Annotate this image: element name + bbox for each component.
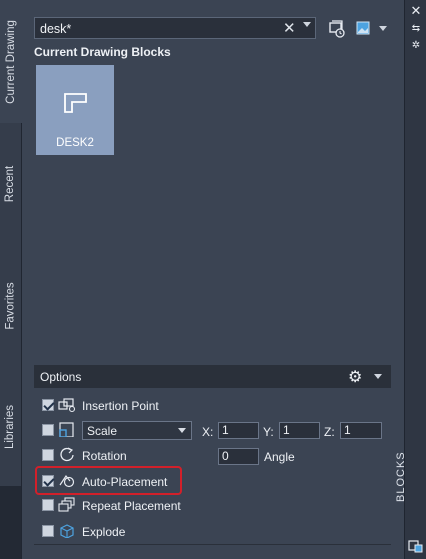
palette-title-text: BLOCKS <box>395 451 407 502</box>
thumbnail-view-icon[interactable] <box>356 21 370 35</box>
rotation-icon <box>60 447 74 462</box>
scale-dropdown[interactable]: Scale <box>82 421 192 440</box>
block-name: DESK2 <box>56 137 94 149</box>
repeat-placement-checkbox[interactable] <box>42 499 54 511</box>
gear-icon[interactable]: ⚙ <box>348 367 362 387</box>
scale-z-field[interactable]: 1 <box>340 422 382 439</box>
scale-y-field[interactable]: 1 <box>279 422 320 439</box>
filter-import-icon[interactable] <box>328 20 346 38</box>
scale-x-field[interactable]: 1 <box>218 422 259 439</box>
desk-block-icon <box>64 93 87 113</box>
search-input[interactable] <box>38 20 272 38</box>
auto-hide-icon[interactable]: ⇆ <box>409 22 423 36</box>
insertion-point-checkbox[interactable] <box>42 399 54 411</box>
insertion-point-icon <box>58 398 76 413</box>
scale-icon <box>59 422 74 437</box>
tab-label: Libraries <box>4 404 17 449</box>
tab-label: Recent <box>4 165 17 203</box>
blocks-palette-icon <box>408 540 423 553</box>
palette-title: BLOCKS <box>395 451 423 530</box>
tab-recent[interactable]: Recent <box>0 123 21 246</box>
clear-search-icon[interactable]: ✕ <box>283 19 296 37</box>
search-box: ✕ <box>34 17 316 39</box>
palette-title-bar: ✕ ⇆ ✲ BLOCKS <box>395 0 426 559</box>
repeat-placement-icon <box>58 497 75 512</box>
scale-x-label: X: <box>202 425 214 439</box>
drawing-background-strip <box>0 486 21 559</box>
tab-label: Favorites <box>4 282 17 330</box>
tab-current-drawing[interactable]: Current Drawing <box>0 0 22 124</box>
tab-libraries[interactable]: Libraries <box>0 367 21 487</box>
rotation-label[interactable]: Rotation <box>82 449 127 463</box>
properties-icon[interactable]: ✲ <box>409 39 423 53</box>
search-history-dropdown-icon[interactable] <box>303 22 311 27</box>
chevron-down-icon <box>178 428 186 433</box>
explode-icon <box>60 524 74 538</box>
auto-placement-highlight <box>35 466 182 495</box>
scale-y-label: Y: <box>263 425 274 439</box>
block-tile-desk2[interactable]: DESK2 <box>36 65 114 155</box>
insertion-point-label[interactable]: Insertion Point <box>82 399 159 413</box>
repeat-placement-label[interactable]: Repeat Placement <box>82 499 181 513</box>
options-title: Options <box>40 370 82 384</box>
scale-checkbox[interactable] <box>42 424 54 436</box>
scale-selected-value: Scale <box>87 424 118 438</box>
scale-z-label: Z: <box>324 425 335 439</box>
options-header: Options ⚙ <box>34 365 391 388</box>
rotation-checkbox[interactable] <box>42 449 54 461</box>
settings-dropdown-icon[interactable] <box>374 374 382 379</box>
palette-tab-strip: Current Drawing Recent Favorites Librari… <box>0 0 22 559</box>
tab-label: Current Drawing <box>5 19 18 104</box>
explode-checkbox[interactable] <box>42 525 54 537</box>
explode-label[interactable]: Explode <box>82 525 125 539</box>
close-icon[interactable]: ✕ <box>409 4 423 18</box>
tab-favorites[interactable]: Favorites <box>0 245 21 368</box>
section-title: Current Drawing Blocks <box>34 45 171 59</box>
view-options-dropdown-icon[interactable] <box>379 26 387 31</box>
angle-field[interactable]: 0 <box>218 448 259 465</box>
panel-bottom-border <box>34 544 391 545</box>
angle-label: Angle <box>264 450 295 464</box>
